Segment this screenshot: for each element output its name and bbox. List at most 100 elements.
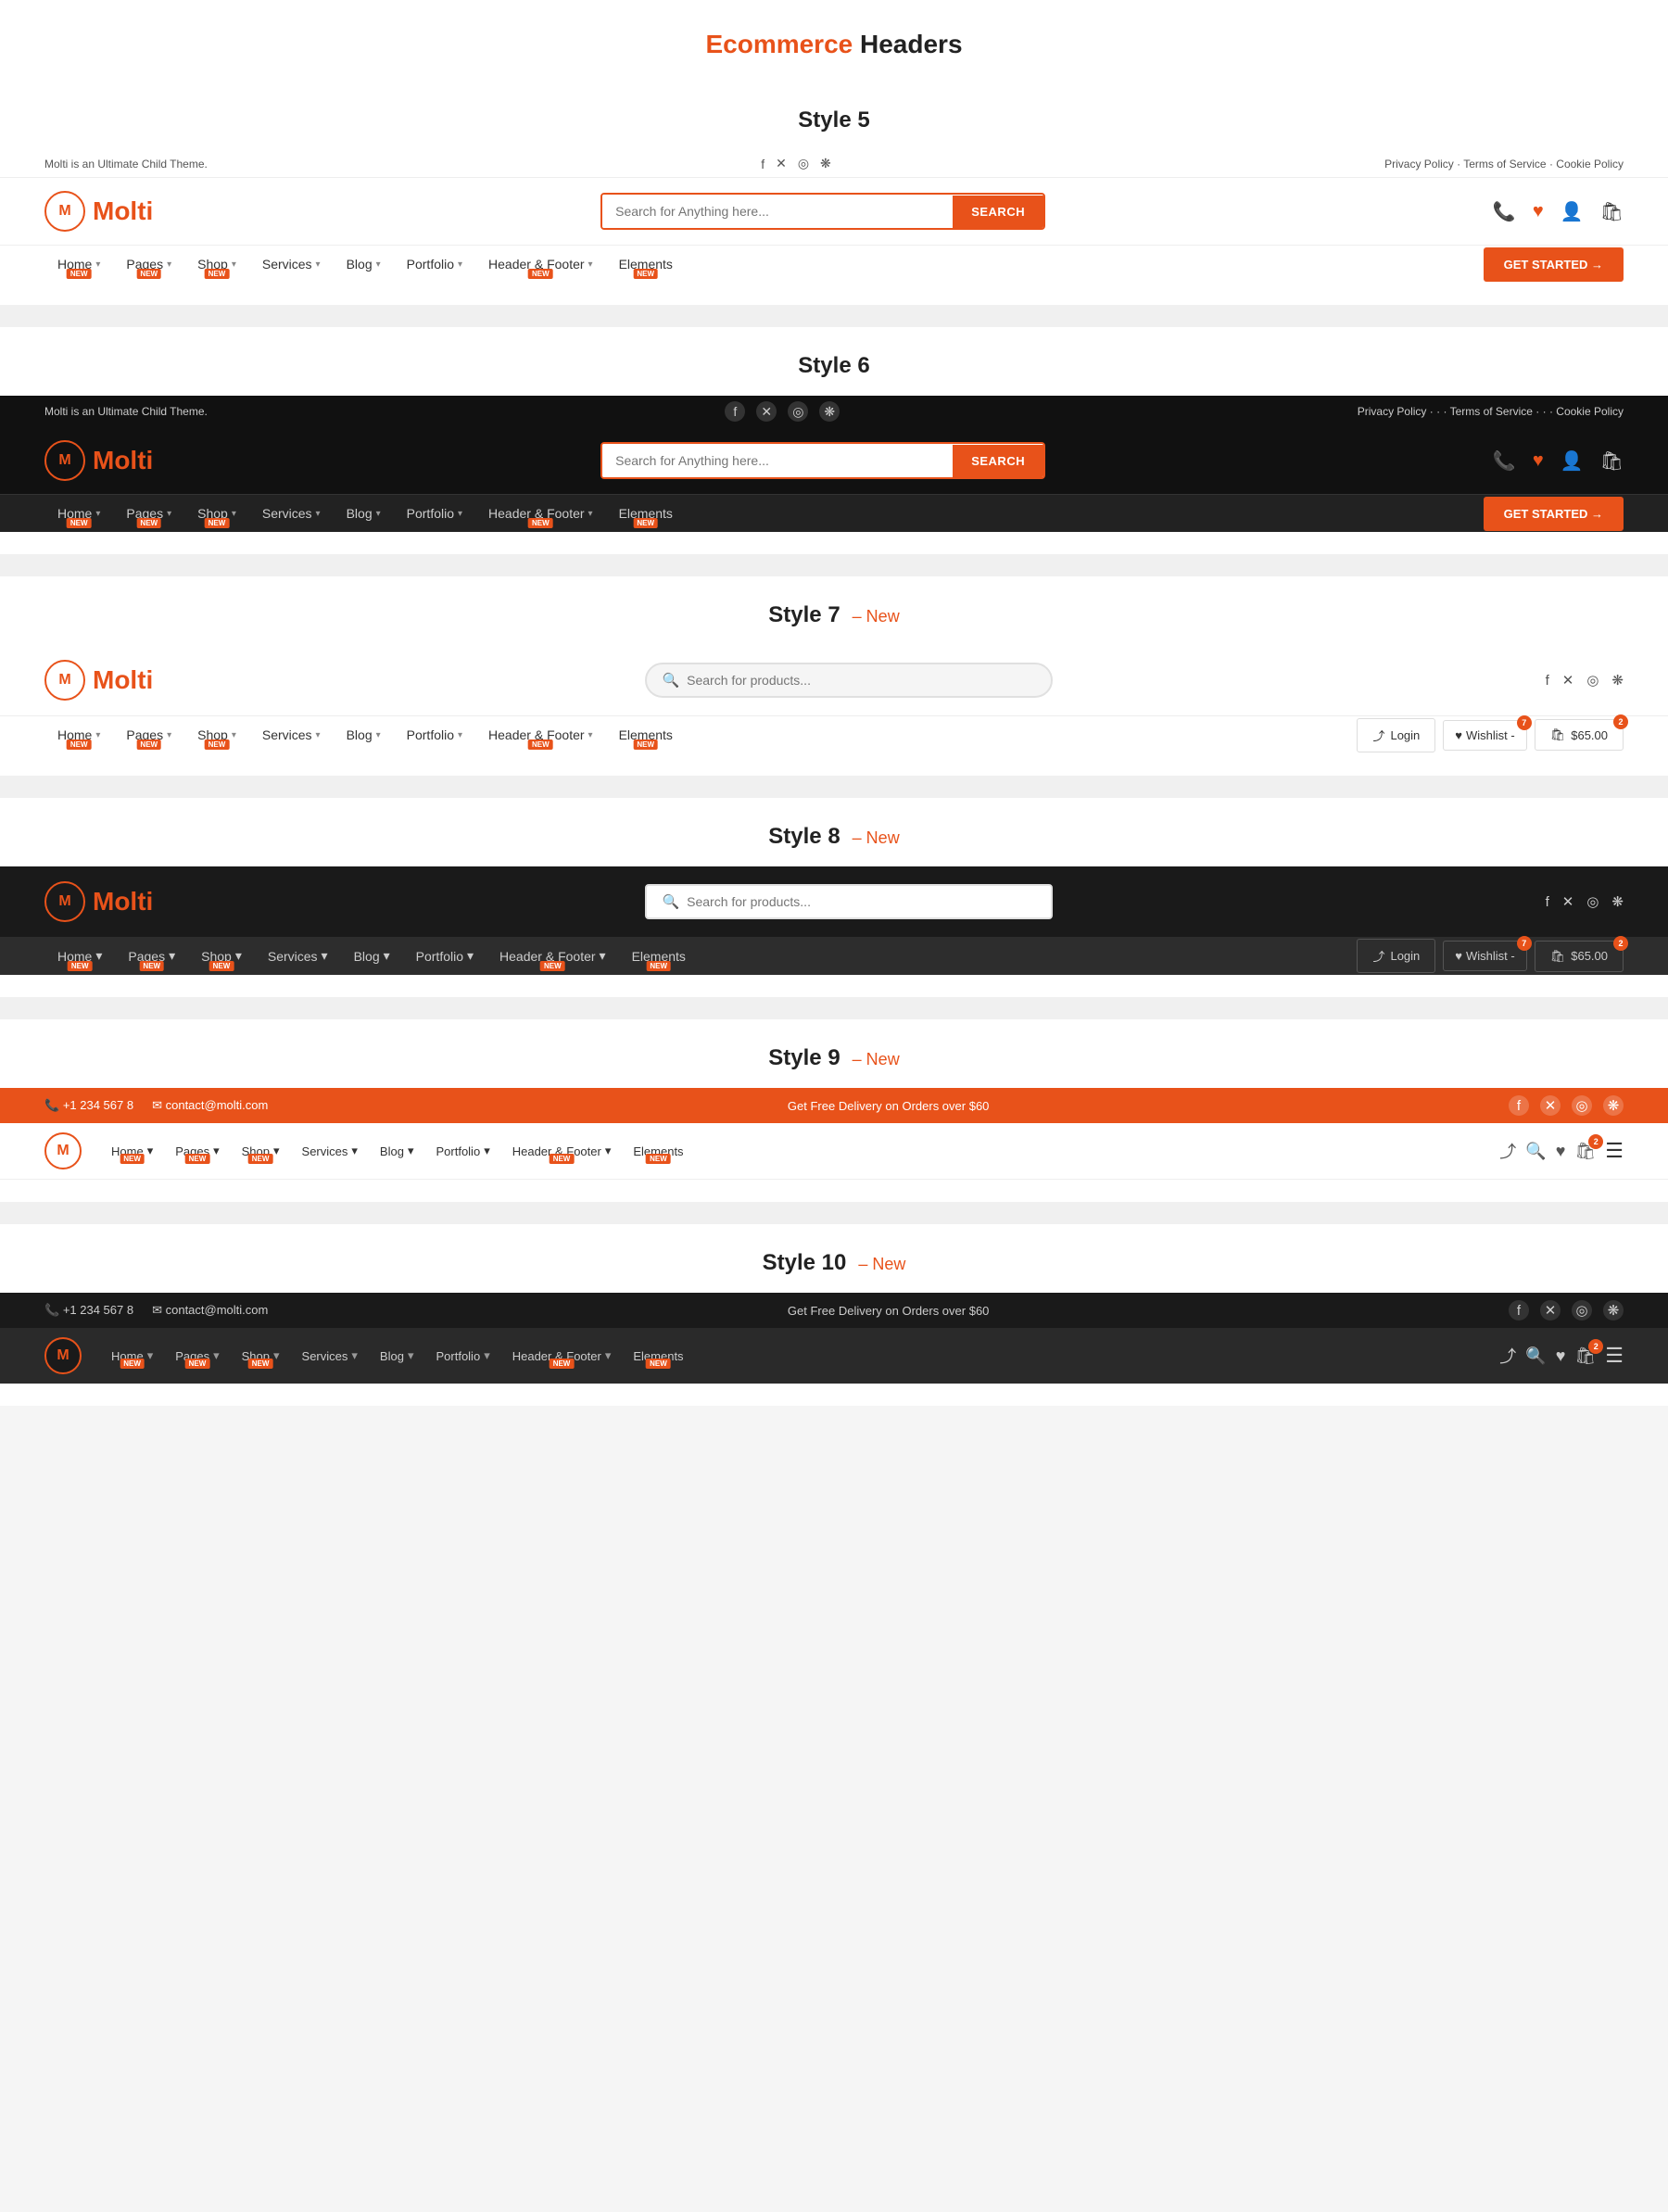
nav-home9[interactable]: Home ▾NEW [100, 1134, 164, 1168]
nav-home7[interactable]: Home ▾NEW [44, 716, 113, 753]
search-input-dark[interactable] [602, 444, 953, 477]
heart-icon10[interactable]: ♥ [1556, 1346, 1566, 1366]
nav-services-dark[interactable]: Services ▾ [249, 495, 334, 532]
nav-header-footer[interactable]: Header & Footer ▾NEW [475, 246, 606, 283]
nav-home10[interactable]: Home ▾NEW [100, 1339, 164, 1372]
nav-elements-dark[interactable]: ElementsNEW [606, 495, 686, 532]
nav-header-footer7[interactable]: Header & Footer ▾NEW [475, 716, 606, 753]
search-box[interactable]: SEARCH [600, 193, 1045, 230]
user-icon-dark[interactable]: 👤 [1561, 449, 1584, 473]
wishlist-icon[interactable]: ♥ [1533, 201, 1544, 222]
instagram-icon7[interactable]: ◎ [1586, 672, 1598, 689]
nav-home[interactable]: Home ▾NEW [44, 246, 113, 283]
nav-blog8[interactable]: Blog ▾ [341, 937, 403, 975]
nav-services[interactable]: Services ▾ [249, 246, 334, 283]
twitter-icon8[interactable]: ✕ [1562, 893, 1574, 910]
dribbble-icon8[interactable]: ❋ [1611, 893, 1624, 910]
cookie-link-dark[interactable]: Cookie Policy [1556, 405, 1624, 418]
instagram-icon-dark[interactable]: ◎ [788, 401, 808, 422]
facebook-icon-dark[interactable]: f [725, 401, 745, 422]
nav-elements8[interactable]: ElementsNEW [619, 938, 699, 975]
instagram-icon[interactable]: ◎ [798, 156, 809, 171]
search-button-dark[interactable]: SEARCH [953, 445, 1043, 477]
instagram-icon10[interactable]: ◎ [1572, 1300, 1592, 1321]
facebook-icon8[interactable]: f [1546, 894, 1549, 910]
nav-elements10[interactable]: ElementsNEW [622, 1340, 694, 1372]
nav-shop10[interactable]: Shop ▾NEW [231, 1339, 291, 1372]
twitter-icon9[interactable]: ✕ [1540, 1095, 1561, 1116]
search-icon10[interactable]: 🔍 [1525, 1346, 1546, 1366]
nav-services9[interactable]: Services ▾ [291, 1134, 369, 1168]
terms-link[interactable]: Terms of Service [1463, 158, 1556, 171]
phone-icon-dark[interactable]: 📞 [1493, 449, 1516, 473]
nav-services7[interactable]: Services ▾ [249, 716, 334, 753]
nav-pages9[interactable]: Pages ▾NEW [164, 1134, 230, 1168]
facebook-icon7[interactable]: f [1546, 673, 1549, 689]
nav-header-footer10[interactable]: Header & Footer ▾NEW [501, 1339, 623, 1372]
login-icon9[interactable]: ⤴ [1499, 1139, 1516, 1163]
hamburger-icon10[interactable]: ☰ [1605, 1344, 1624, 1368]
logo[interactable]: M Molti [44, 191, 153, 232]
nav-home8[interactable]: Home ▾NEW [44, 937, 115, 975]
nav-portfolio7[interactable]: Portfolio ▾ [394, 716, 475, 753]
cart-btn8[interactable]: 🛍 $65.00 2 [1535, 941, 1624, 972]
nav-portfolio[interactable]: Portfolio ▾ [394, 246, 475, 283]
cart-icon9[interactable]: 🛍2 [1574, 1142, 1596, 1161]
instagram-icon9[interactable]: ◎ [1572, 1095, 1592, 1116]
search-box7[interactable]: 🔍 [645, 663, 1053, 698]
dribbble-icon9[interactable]: ❋ [1603, 1095, 1624, 1116]
twitter-icon7[interactable]: ✕ [1562, 672, 1574, 689]
nav-header-footer-dark[interactable]: Header & Footer ▾NEW [475, 495, 606, 532]
get-started-button-dark[interactable]: GET STARTED → [1484, 497, 1624, 531]
privacy-policy-link-dark[interactable]: Privacy Policy [1358, 405, 1436, 418]
search-input8[interactable] [687, 894, 1036, 909]
search-input7[interactable] [687, 673, 1036, 688]
nav-pages[interactable]: Pages ▾NEW [113, 246, 184, 283]
logo10[interactable]: M [44, 1337, 82, 1374]
nav-pages10[interactable]: Pages ▾NEW [164, 1339, 230, 1372]
heart-icon9[interactable]: ♥ [1556, 1142, 1566, 1161]
cart-icon-dark[interactable]: 🛍 [1600, 449, 1624, 473]
nav-shop-dark[interactable]: Shop ▾NEW [184, 495, 249, 532]
user-icon[interactable]: 👤 [1561, 200, 1584, 223]
facebook-icon10[interactable]: f [1509, 1300, 1529, 1321]
twitter-icon-dark[interactable]: ✕ [756, 401, 777, 422]
facebook-icon[interactable]: f [761, 157, 764, 171]
twitter-icon[interactable]: ✕ [776, 156, 787, 171]
search-icon9[interactable]: 🔍 [1525, 1142, 1546, 1161]
nav-services8[interactable]: Services ▾ [255, 937, 341, 975]
dribbble-icon[interactable]: ❋ [820, 156, 831, 171]
logo-dark[interactable]: M Molti [44, 440, 153, 481]
logo9[interactable]: M [44, 1132, 82, 1169]
nav-shop7[interactable]: Shop ▾NEW [184, 716, 249, 753]
facebook-icon9[interactable]: f [1509, 1095, 1529, 1116]
dribbble-icon10[interactable]: ❋ [1603, 1300, 1624, 1321]
nav-services10[interactable]: Services ▾ [291, 1339, 369, 1372]
nav-shop8[interactable]: Shop ▾NEW [188, 937, 255, 975]
nav-blog10[interactable]: Blog ▾ [369, 1339, 425, 1372]
phone-icon[interactable]: 📞 [1493, 200, 1516, 223]
dribbble-icon-dark[interactable]: ❋ [819, 401, 840, 422]
get-started-button[interactable]: GET STARTED → [1484, 247, 1624, 282]
nav-elements9[interactable]: ElementsNEW [622, 1135, 694, 1168]
nav-home-dark[interactable]: Home ▾NEW [44, 495, 113, 532]
terms-link-dark[interactable]: Terms of Service [1450, 405, 1543, 418]
nav-blog9[interactable]: Blog ▾ [369, 1134, 425, 1168]
hamburger-icon9[interactable]: ☰ [1605, 1139, 1624, 1163]
nav-blog7[interactable]: Blog ▾ [334, 716, 394, 753]
nav-pages8[interactable]: Pages ▾NEW [115, 937, 188, 975]
nav-blog-dark[interactable]: Blog ▾ [334, 495, 394, 532]
nav-shop9[interactable]: Shop ▾NEW [231, 1134, 291, 1168]
search-button[interactable]: SEARCH [953, 196, 1043, 228]
wishlist-btn8[interactable]: ♥ Wishlist - 7 [1443, 941, 1526, 971]
nav-header-footer9[interactable]: Header & Footer ▾NEW [501, 1134, 623, 1168]
nav-portfolio-dark[interactable]: Portfolio ▾ [394, 495, 475, 532]
logo7[interactable]: M Molti [44, 660, 153, 701]
wishlist-icon-dark[interactable]: ♥ [1533, 450, 1544, 472]
nav-elements[interactable]: ElementsNEW [606, 246, 686, 283]
twitter-icon10[interactable]: ✕ [1540, 1300, 1561, 1321]
search-box-dark[interactable]: SEARCH [600, 442, 1045, 479]
privacy-policy-link[interactable]: Privacy Policy [1384, 158, 1463, 171]
search-input[interactable] [602, 195, 953, 228]
login-btn7[interactable]: ⤴ Login [1357, 718, 1435, 752]
